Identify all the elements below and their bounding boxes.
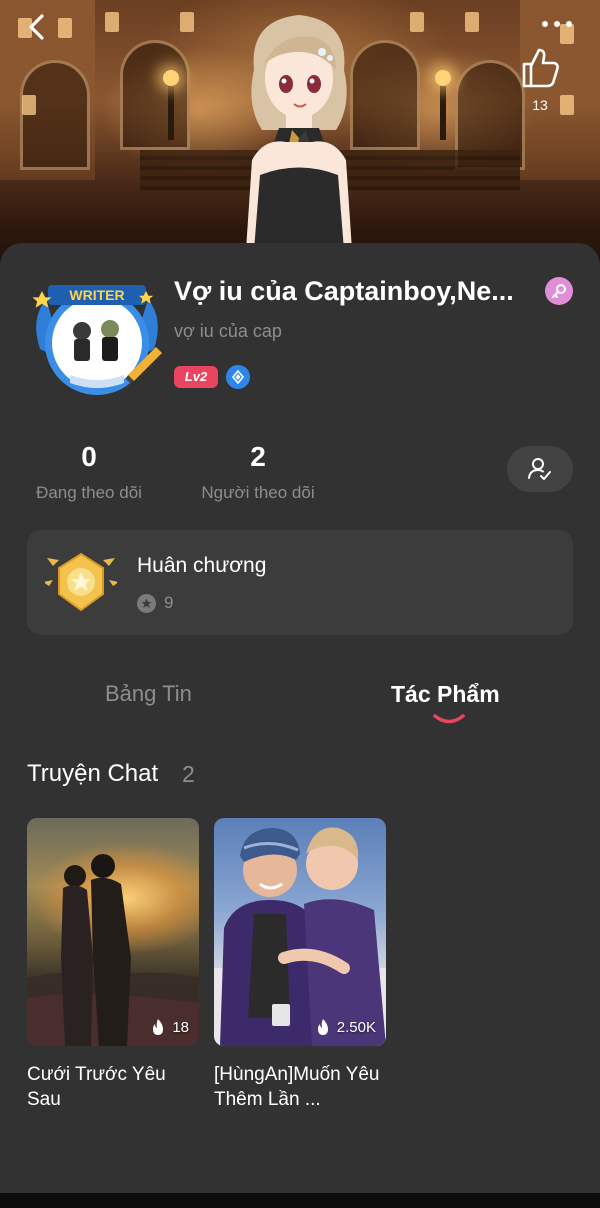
star-badge-icon	[137, 593, 156, 613]
story-card[interactable]: 2.50K [HùngAn]Muốn Yêu Thêm Lần ...	[214, 818, 386, 1112]
following-label: Đang theo dõi	[36, 483, 142, 502]
story-cover-image[interactable]: 2.50K	[214, 818, 386, 1046]
building-arch	[20, 60, 90, 170]
thumbs-up-icon	[522, 48, 559, 88]
read-count: 18	[150, 1018, 189, 1036]
follow-button[interactable]	[507, 446, 573, 492]
medal-card[interactable]: Huân chương 9	[27, 530, 573, 635]
section-title: Truyện Chat	[27, 760, 159, 787]
followers-stat[interactable]: 2 Người theo dõi	[190, 441, 326, 503]
medal-count-row: 9	[137, 593, 173, 613]
back-icon[interactable]	[22, 10, 56, 44]
window-light	[410, 12, 424, 32]
following-stat[interactable]: 0 Đang theo dõi	[26, 441, 152, 503]
story-cover-image[interactable]: 18	[27, 818, 199, 1046]
medal-title: Huân chương	[137, 554, 267, 577]
window-light	[465, 12, 479, 32]
medal-icon	[45, 552, 117, 612]
story-title[interactable]: [HùngAn]Muốn Yêu Thêm Lần ...	[214, 1062, 386, 1112]
window-light	[58, 18, 72, 38]
story-card[interactable]: 18 Cưới Trước Yêu Sau	[27, 818, 199, 1112]
system-nav-bar	[0, 1193, 600, 1208]
building-arch	[120, 40, 190, 150]
street-lamp	[163, 70, 179, 140]
window-light	[180, 12, 194, 32]
flame-icon	[153, 1019, 164, 1035]
tab-works[interactable]: Tác Phẩm	[391, 681, 500, 708]
more-options-icon[interactable]	[542, 14, 582, 34]
section-count: 2	[182, 761, 195, 787]
story-title[interactable]: Cưới Trước Yêu Sau	[27, 1062, 199, 1112]
following-count: 0	[81, 441, 97, 472]
writer-badge-avatar[interactable]: WRITER	[30, 279, 164, 403]
window-light	[22, 95, 36, 115]
followers-label: Người theo dõi	[201, 483, 315, 502]
followers-count: 2	[250, 441, 266, 472]
profile-sheet: WRITER Vợ iu của Captainboy,Ne... vợ iu …	[0, 243, 600, 1193]
window-light	[560, 95, 574, 115]
user-check-icon	[528, 458, 551, 480]
window-light	[105, 12, 119, 32]
tab-feed[interactable]: Bảng Tin	[105, 681, 192, 707]
flame-icon	[317, 1019, 328, 1035]
level-badge[interactable]: Lv2	[174, 366, 218, 388]
badge-writer-text: WRITER	[69, 287, 124, 303]
username: Vợ iu của Captainboy,Ne...	[174, 276, 514, 306]
active-tab-indicator	[433, 714, 465, 724]
diamond-icon[interactable]	[226, 365, 250, 389]
bio-text: vợ iu của cap	[174, 321, 282, 341]
avatar-character	[246, 15, 352, 250]
like-button[interactable]: 13	[518, 44, 562, 118]
medal-count: 9	[164, 593, 174, 612]
read-count: 2.50K	[315, 1018, 376, 1036]
like-count: 13	[532, 97, 548, 113]
key-icon[interactable]	[545, 277, 573, 305]
street-lamp	[435, 70, 451, 140]
